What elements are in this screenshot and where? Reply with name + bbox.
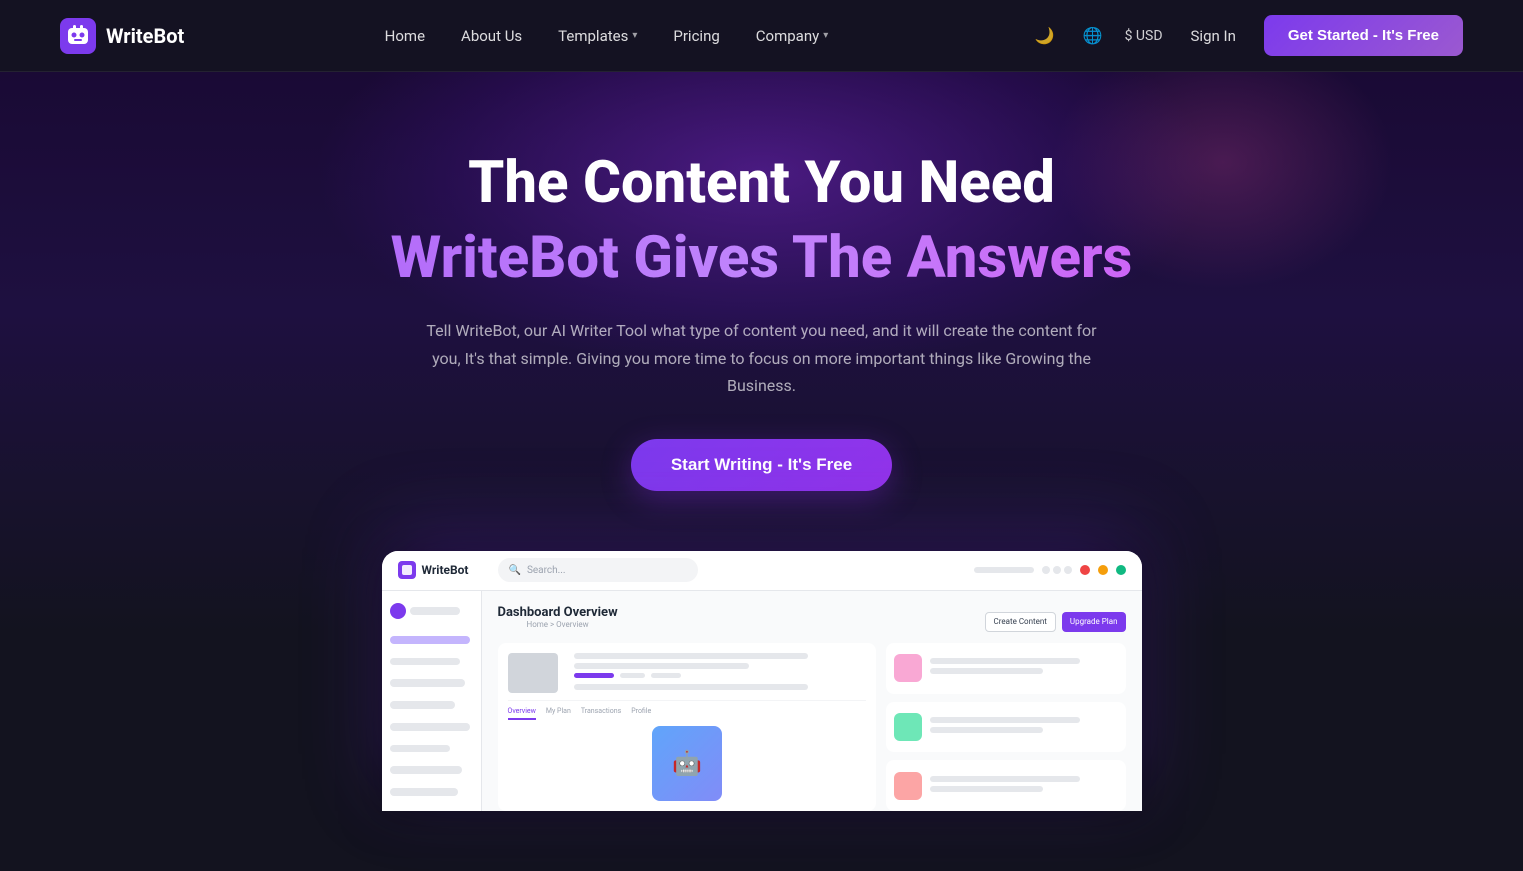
mock-main-content: Dashboard Overview Home > Overview Creat…	[482, 591, 1142, 811]
mock-sidebar-item-5	[390, 723, 470, 731]
mock-progress-bar	[974, 567, 1034, 573]
mock-close-dot	[1080, 565, 1090, 575]
mock-sidebar	[382, 591, 482, 811]
mock-sidebar-item-3	[390, 679, 465, 687]
mock-breadcrumb: Home > Overview	[498, 620, 618, 629]
language-selector[interactable]: 🌐	[1077, 20, 1109, 52]
mock-side-card-color-3	[894, 772, 922, 800]
mock-sidebar-item-4	[390, 701, 455, 709]
start-writing-button[interactable]: Start Writing - It's Free	[631, 439, 892, 491]
mock-icon-3	[1064, 566, 1072, 574]
mock-header-actions	[974, 565, 1126, 575]
nav-templates[interactable]: Templates ▾	[544, 19, 651, 53]
hero-section: The Content You Need WriteBot Gives The …	[0, 72, 1523, 871]
hero-content: The Content You Need WriteBot Gives The …	[0, 72, 1523, 871]
hero-description: Tell WriteBot, our AI Writer Tool what t…	[412, 317, 1112, 399]
sign-in-link[interactable]: Sign In	[1179, 19, 1248, 53]
mock-content-area: Overview My Plan Transactions Profile 🤖	[498, 643, 1126, 811]
mock-body: Dashboard Overview Home > Overview Creat…	[382, 591, 1142, 811]
hero-title-line2: WriteBot Gives The Answers	[20, 224, 1503, 294]
mock-side-card-3	[886, 760, 1125, 811]
mock-tab-plan: My Plan	[546, 707, 571, 720]
company-chevron-icon: ▾	[823, 30, 828, 41]
mock-icon-1	[1042, 566, 1050, 574]
mock-sidebar-item-1	[390, 636, 470, 644]
mock-upgrade-btn: Upgrade Plan	[1062, 612, 1126, 632]
mock-sidebar-item-8	[390, 788, 458, 796]
mock-side-cards	[886, 643, 1125, 811]
nav-company[interactable]: Company ▾	[742, 19, 842, 53]
mock-side-card-text-2	[930, 717, 1117, 737]
hero-title-line1: The Content You Need	[20, 152, 1503, 216]
mock-sidebar-brand	[410, 607, 460, 615]
mock-side-card-color-1	[894, 654, 922, 682]
mock-icon-2	[1053, 566, 1061, 574]
mock-side-card-1	[886, 643, 1125, 694]
mock-side-card-2	[886, 702, 1125, 753]
mock-browser-header: WriteBot 🔍 Search...	[382, 551, 1142, 591]
mock-card-image	[508, 653, 558, 693]
mock-main-card: Overview My Plan Transactions Profile 🤖	[498, 643, 877, 811]
mock-progress-fill	[574, 673, 614, 678]
mock-side-card-text-3	[930, 776, 1117, 796]
mock-maximize-dot	[1116, 565, 1126, 575]
mock-search-icon: 🔍	[508, 565, 520, 576]
mock-progress-empty-2	[651, 673, 681, 678]
logo-icon	[60, 18, 96, 54]
mock-logo: WriteBot	[398, 561, 469, 579]
header: WriteBot Home About Us Templates ▾ Prici…	[0, 0, 1523, 72]
mock-tabs: Overview My Plan Transactions Profile	[508, 700, 867, 720]
nav-home[interactable]: Home	[371, 19, 439, 53]
mock-logo-icon	[398, 561, 416, 579]
mock-sidebar-item-2	[390, 658, 460, 666]
nav-about[interactable]: About Us	[447, 19, 536, 53]
mock-tab-transactions: Transactions	[581, 707, 621, 720]
mock-tab-profile: Profile	[631, 707, 651, 720]
mock-action-buttons: Create Content Upgrade Plan	[985, 612, 1126, 632]
mock-side-card-text-1	[930, 658, 1117, 678]
header-actions: 🌙 🌐 $ USD Sign In Get Started - It's Fre…	[1029, 15, 1463, 56]
mock-title-row: Dashboard Overview Home > Overview Creat…	[498, 605, 1126, 639]
mock-search-bar[interactable]: 🔍 Search...	[498, 558, 698, 582]
nav-pricing[interactable]: Pricing	[659, 19, 733, 53]
currency-selector[interactable]: $ USD	[1125, 28, 1163, 44]
logo[interactable]: WriteBot	[60, 18, 184, 54]
mock-card-line-2	[574, 663, 750, 669]
mock-minimize-dot	[1098, 565, 1108, 575]
mock-search-placeholder: Search...	[527, 565, 566, 576]
mock-page-title: Dashboard Overview	[498, 605, 618, 620]
mock-tab-overview: Overview	[508, 707, 536, 720]
mock-brand-name: WriteBot	[422, 563, 469, 577]
mock-robot-illustration: 🤖	[652, 726, 722, 801]
templates-chevron-icon: ▾	[632, 30, 637, 41]
mock-side-card-color-2	[894, 713, 922, 741]
dashboard-preview: WriteBot 🔍 Search...	[382, 551, 1142, 811]
get-started-button[interactable]: Get Started - It's Free	[1264, 15, 1463, 56]
mock-user-avatar	[390, 603, 406, 619]
dark-mode-toggle[interactable]: 🌙	[1029, 20, 1061, 52]
brand-name: WriteBot	[106, 24, 184, 48]
mock-card-line-3	[574, 684, 808, 690]
mock-create-btn: Create Content	[985, 612, 1056, 632]
mock-progress-empty	[620, 673, 645, 678]
mock-sidebar-item-7	[390, 766, 462, 774]
main-nav: Home About Us Templates ▾ Pricing Compan…	[371, 19, 843, 53]
mock-card-line-1	[574, 653, 808, 659]
mock-sidebar-item-6	[390, 745, 450, 753]
